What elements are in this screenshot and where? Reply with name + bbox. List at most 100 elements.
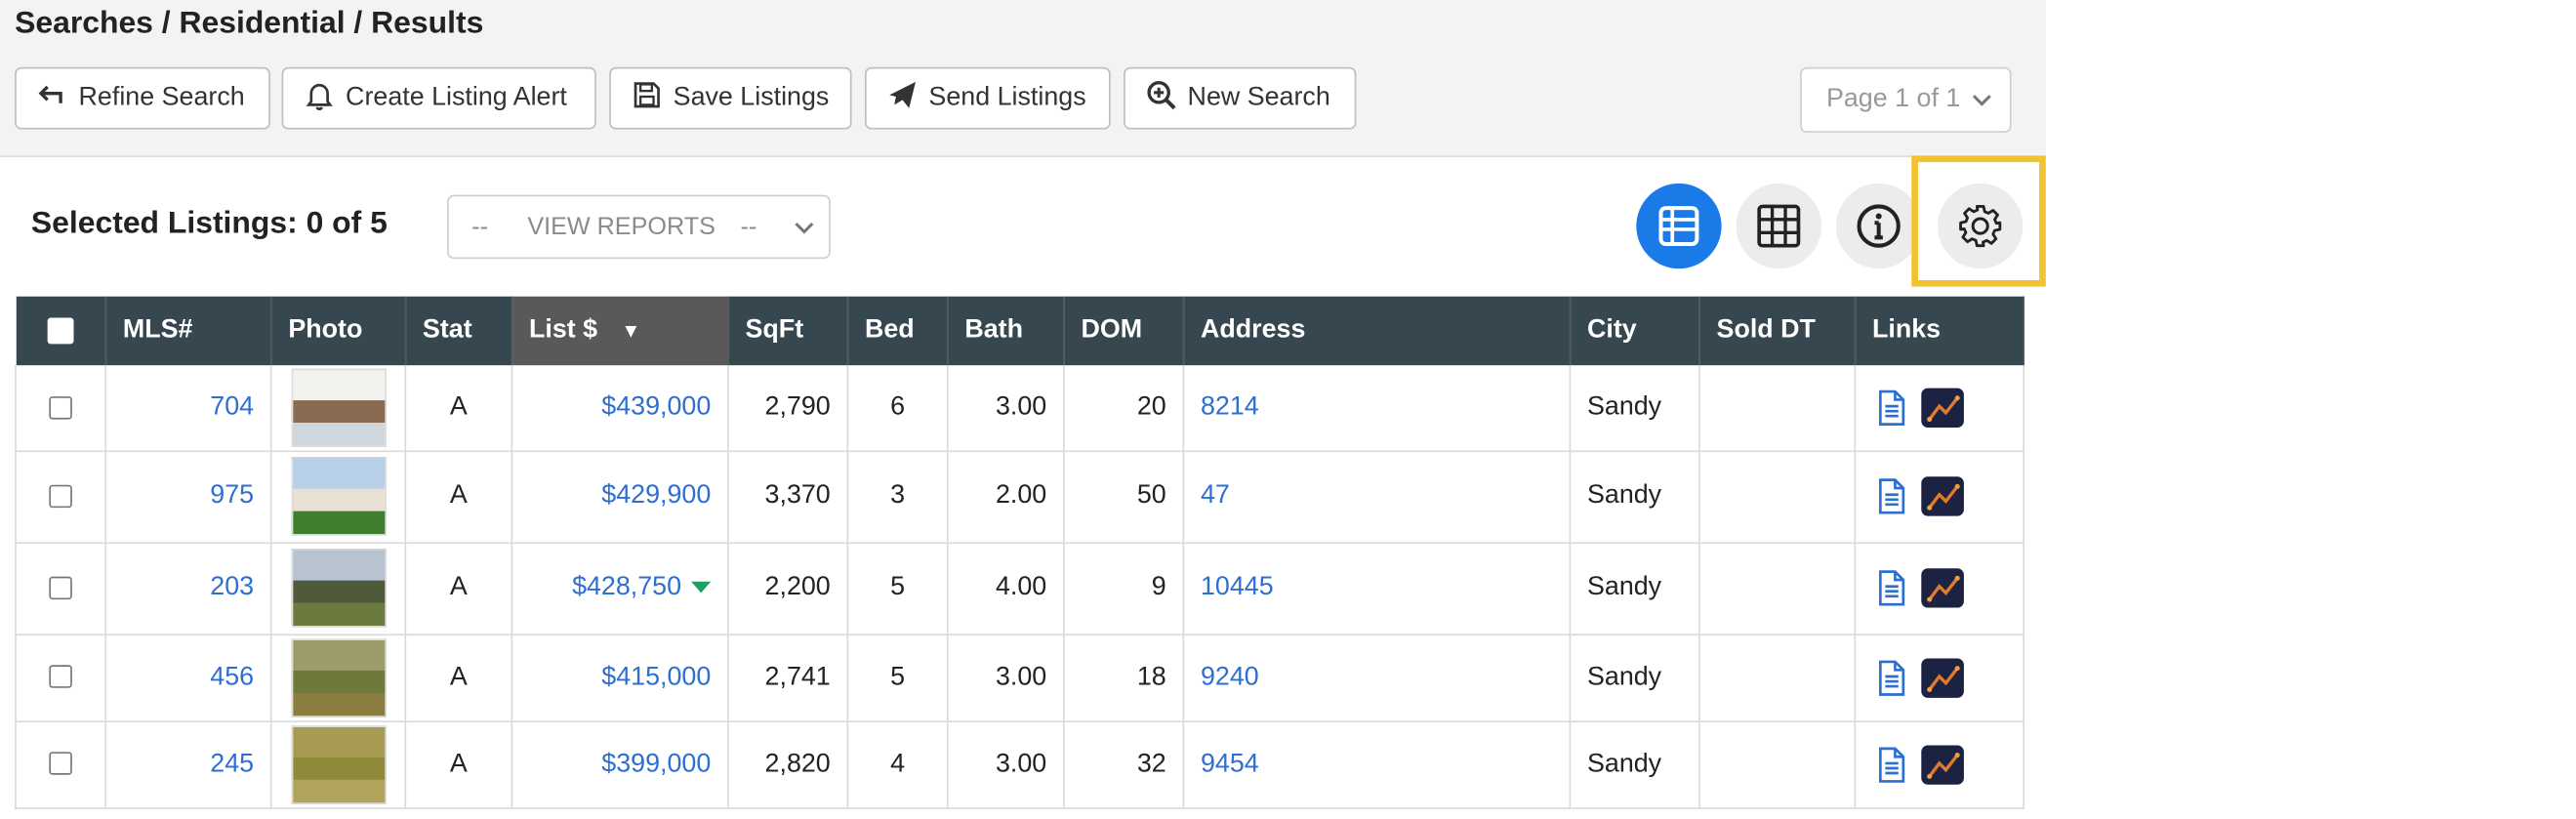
create-listing-alert-label: Create Listing Alert bbox=[346, 83, 567, 112]
table-header-row: MLS# Photo Stat List $ ▼ SqFt Bed Bath D… bbox=[15, 296, 2025, 366]
send-listings-label: Send Listings bbox=[928, 83, 1086, 112]
column-bath[interactable]: Bath bbox=[947, 296, 1065, 366]
listing-photo[interactable] bbox=[290, 724, 387, 804]
bell-icon bbox=[303, 78, 336, 119]
mls-link[interactable]: 704 bbox=[210, 392, 254, 421]
row-checkbox[interactable] bbox=[49, 665, 72, 689]
bed-cell: 6 bbox=[847, 365, 949, 452]
column-sold-date[interactable]: Sold DT bbox=[1698, 296, 1857, 366]
list-price-link[interactable]: $415,000 bbox=[601, 663, 711, 691]
list-price-link[interactable]: $439,000 bbox=[601, 392, 711, 421]
column-sqft[interactable]: SqFt bbox=[727, 296, 849, 366]
list-price-link[interactable]: $429,900 bbox=[601, 481, 711, 510]
list-price-cell: $428,750 bbox=[511, 542, 729, 635]
city-cell: Sandy bbox=[1570, 542, 1700, 635]
view-reports-label: VIEW REPORTS bbox=[527, 213, 716, 241]
listing-photo[interactable] bbox=[290, 637, 387, 717]
address-cell: 8214 bbox=[1183, 365, 1572, 452]
table-row: 704 A $439,000 2,790 6 3.00 20 8214 Sandy bbox=[15, 365, 2025, 452]
dom-cell: 20 bbox=[1063, 365, 1185, 452]
row-select-cell bbox=[15, 365, 107, 452]
status-cell: A bbox=[405, 365, 513, 452]
document-icon[interactable] bbox=[1872, 745, 1911, 784]
zoom-in-icon bbox=[1145, 78, 1178, 119]
column-city[interactable]: City bbox=[1570, 296, 1700, 366]
grid-view-button[interactable] bbox=[1736, 183, 1821, 269]
table-row: 245 A $399,000 2,820 4 3.00 32 9454 Sandy bbox=[15, 720, 2025, 809]
bed-cell: 5 bbox=[847, 634, 949, 722]
column-stat[interactable]: Stat bbox=[405, 296, 513, 366]
document-icon[interactable] bbox=[1872, 568, 1911, 607]
column-mls[interactable]: MLS# bbox=[105, 296, 272, 366]
document-icon[interactable] bbox=[1872, 476, 1911, 515]
mls-link[interactable]: 975 bbox=[210, 481, 254, 510]
send-listings-button[interactable]: Send Listings bbox=[864, 66, 1111, 130]
bath-cell: 3.00 bbox=[947, 634, 1065, 722]
document-icon[interactable] bbox=[1872, 388, 1911, 427]
column-bed[interactable]: Bed bbox=[847, 296, 949, 366]
info-button[interactable] bbox=[1836, 183, 1922, 269]
row-checkbox[interactable] bbox=[49, 395, 72, 419]
settings-button[interactable] bbox=[1938, 183, 2024, 269]
city-cell: Sandy bbox=[1570, 450, 1700, 544]
new-search-button[interactable]: New Search bbox=[1124, 66, 1357, 130]
page-select[interactable]: Page 1 of 1 bbox=[1800, 66, 2012, 133]
address-link[interactable]: 9454 bbox=[1201, 750, 1259, 778]
page-select-label: Page 1 of 1 bbox=[1825, 85, 1961, 113]
row-checkbox[interactable] bbox=[49, 752, 72, 776]
row-checkbox[interactable] bbox=[49, 576, 72, 599]
status-cell: A bbox=[405, 634, 513, 722]
bed-cell: 4 bbox=[847, 720, 949, 809]
list-price-link[interactable]: $428,750 bbox=[572, 573, 681, 601]
row-select-cell bbox=[15, 634, 107, 722]
top-toolbar: Searches / Residential / Results Refine … bbox=[0, 0, 2046, 158]
save-listings-button[interactable]: Save Listings bbox=[609, 66, 852, 130]
address-cell: 47 bbox=[1183, 450, 1572, 544]
market-chart-icon[interactable] bbox=[1921, 388, 1964, 428]
market-chart-icon[interactable] bbox=[1921, 744, 1964, 784]
table-row: 456 A $415,000 2,741 5 3.00 18 9240 Sandy bbox=[15, 634, 2025, 722]
address-link[interactable]: 9240 bbox=[1201, 663, 1259, 691]
save-listings-label: Save Listings bbox=[673, 83, 830, 112]
row-checkbox[interactable] bbox=[49, 484, 72, 508]
links-cell bbox=[1855, 720, 2025, 809]
listing-photo[interactable] bbox=[290, 457, 387, 536]
address-link[interactable]: 47 bbox=[1201, 481, 1230, 510]
settings-highlight bbox=[1911, 155, 2046, 287]
reports-dash-right: -- bbox=[740, 213, 757, 241]
select-all-checkbox[interactable] bbox=[47, 317, 74, 344]
list-view-button[interactable] bbox=[1636, 183, 1722, 269]
bed-cell: 3 bbox=[847, 450, 949, 544]
bath-cell: 3.00 bbox=[947, 365, 1065, 452]
chevron-down-icon bbox=[1972, 95, 1991, 106]
market-chart-icon[interactable] bbox=[1921, 657, 1964, 697]
refine-search-button[interactable]: Refine Search bbox=[15, 66, 270, 130]
list-price-link[interactable]: $399,000 bbox=[601, 750, 711, 778]
price-drop-icon bbox=[691, 582, 712, 594]
bath-cell: 4.00 bbox=[947, 542, 1065, 635]
list-price-header-label: List $ bbox=[528, 315, 598, 345]
mls-link[interactable]: 203 bbox=[210, 573, 254, 601]
address-cell: 9240 bbox=[1183, 634, 1572, 722]
photo-cell bbox=[270, 542, 407, 635]
create-listing-alert-button[interactable]: Create Listing Alert bbox=[281, 66, 596, 130]
row-select-cell bbox=[15, 542, 107, 635]
mls-link[interactable]: 456 bbox=[210, 663, 254, 691]
paper-plane-icon bbox=[886, 78, 920, 119]
listing-photo[interactable] bbox=[290, 368, 387, 447]
column-list-price[interactable]: List $ ▼ bbox=[511, 296, 729, 366]
listing-photo[interactable] bbox=[290, 549, 387, 628]
market-chart-icon[interactable] bbox=[1921, 476, 1964, 516]
market-chart-icon[interactable] bbox=[1921, 568, 1964, 608]
column-address[interactable]: Address bbox=[1183, 296, 1572, 366]
city-cell: Sandy bbox=[1570, 365, 1700, 452]
mls-link[interactable]: 245 bbox=[210, 750, 254, 778]
address-link[interactable]: 8214 bbox=[1201, 392, 1259, 421]
sold-date-cell bbox=[1698, 450, 1857, 544]
column-dom[interactable]: DOM bbox=[1063, 296, 1185, 366]
document-icon[interactable] bbox=[1872, 658, 1911, 697]
floppy-disk-icon bbox=[631, 78, 664, 119]
column-links: Links bbox=[1855, 296, 2025, 366]
view-reports-select[interactable]: -- VIEW REPORTS -- bbox=[447, 194, 831, 260]
address-link[interactable]: 10445 bbox=[1201, 573, 1274, 601]
